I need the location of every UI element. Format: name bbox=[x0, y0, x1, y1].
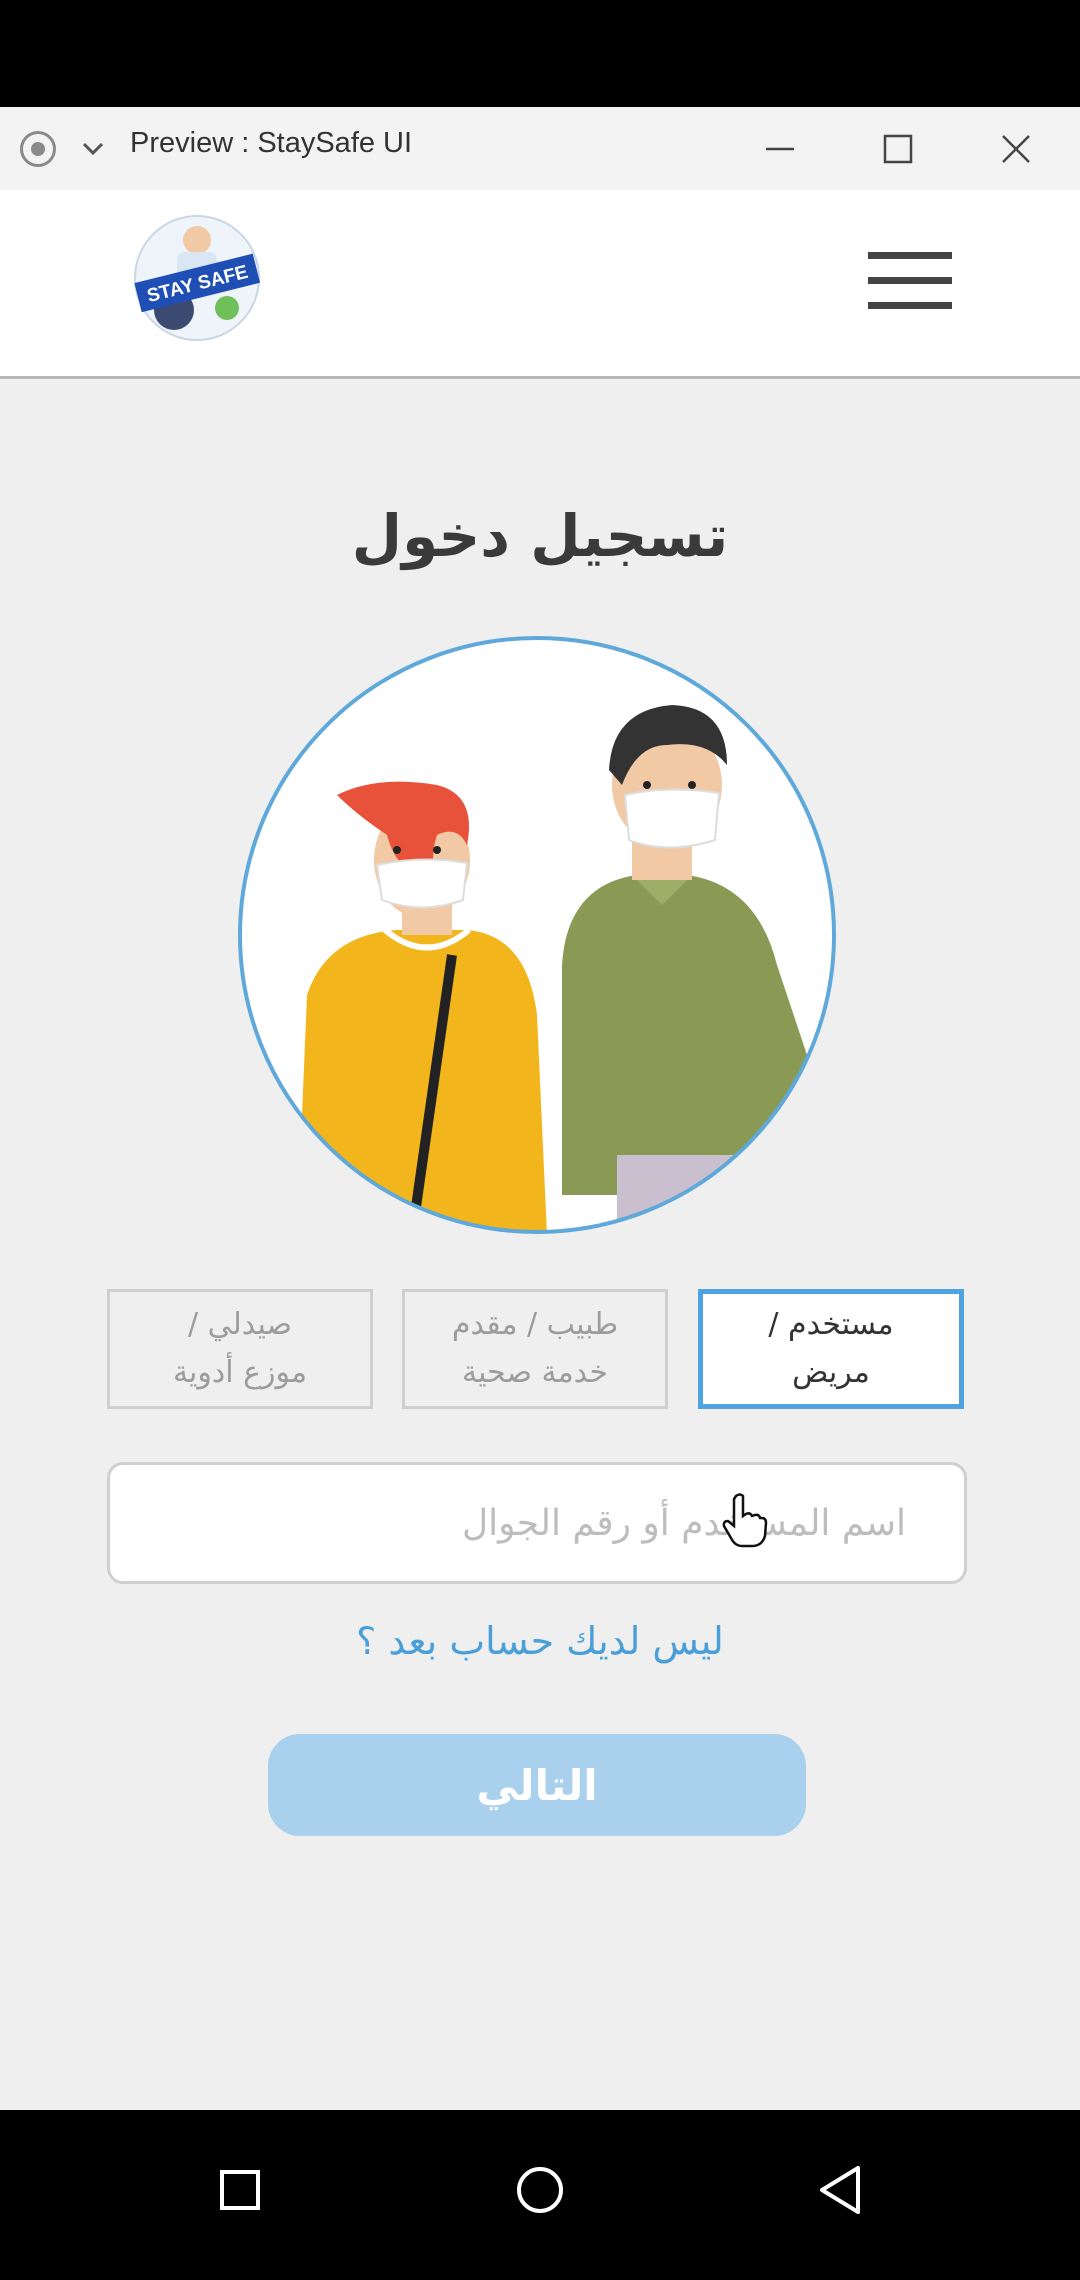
hand-cursor-icon bbox=[722, 1493, 768, 1548]
record-icon[interactable] bbox=[20, 131, 56, 167]
window-title: Preview : StaySafe UI bbox=[130, 127, 413, 159]
username-phone-input[interactable]: اسم المستخدم أو رقم الجوال bbox=[107, 1462, 967, 1584]
role-pharmacist-distributor[interactable]: صيدلي / موزع أدوية bbox=[107, 1289, 373, 1409]
staysafe-logo[interactable]: STAY SAFE bbox=[132, 210, 262, 345]
role-doctor-provider[interactable]: طبيب / مقدم خدمة صحية bbox=[402, 1289, 668, 1409]
role-label-line1: طبيب / مقدم bbox=[451, 1307, 619, 1342]
next-button[interactable]: التالي bbox=[268, 1734, 806, 1836]
role-label-line2: خدمة صحية bbox=[462, 1355, 608, 1390]
chevron-down-icon[interactable] bbox=[80, 135, 106, 161]
minimize-icon[interactable] bbox=[758, 127, 802, 171]
close-icon[interactable] bbox=[994, 127, 1038, 171]
signup-link[interactable]: ليس لديك حساب بعد ؟ bbox=[0, 1619, 1080, 1663]
maximize-icon[interactable] bbox=[876, 127, 920, 171]
title-bar: Preview : StaySafe UI bbox=[0, 107, 1080, 190]
input-placeholder: اسم المستخدم أو رقم الجوال bbox=[462, 1502, 906, 1544]
back-icon[interactable] bbox=[800, 2150, 880, 2230]
role-label-line1: صيدلي / bbox=[187, 1307, 293, 1342]
hamburger-menu-icon[interactable] bbox=[866, 250, 954, 312]
app-header: STAY SAFE bbox=[0, 190, 1080, 379]
role-label-line2: مريض bbox=[792, 1355, 870, 1390]
home-icon[interactable] bbox=[500, 2150, 580, 2230]
masked-people-illustration bbox=[238, 636, 836, 1234]
recent-apps-icon[interactable] bbox=[200, 2150, 280, 2230]
android-nav-bar bbox=[0, 2110, 1080, 2280]
role-label-line2: موزع أدوية bbox=[172, 1355, 308, 1390]
role-user-patient[interactable]: مستخدم / مريض bbox=[698, 1289, 964, 1409]
role-label-line1: مستخدم / bbox=[768, 1307, 894, 1342]
preview-window: Preview : StaySafe UI STAY SAFE تسجيل دخ… bbox=[0, 107, 1080, 2110]
login-heading: تسجيل دخول bbox=[351, 502, 729, 570]
